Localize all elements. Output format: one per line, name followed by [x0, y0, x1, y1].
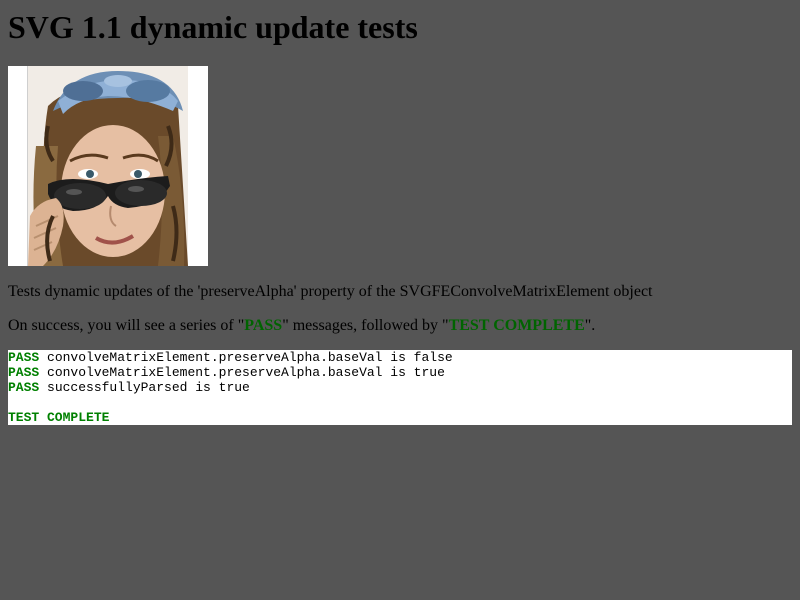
success-instructions: On success, you will see a series of "PA…: [8, 316, 595, 335]
test-complete-highlight: TEST COMPLETE: [448, 317, 585, 334]
result-line: PASS convolveMatrixElement.preserveAlpha…: [8, 350, 792, 365]
console-output: PASS convolveMatrixElement.preserveAlpha…: [8, 350, 792, 425]
test-image: [8, 66, 208, 266]
pass-label: PASS: [8, 350, 40, 365]
pass-highlight: PASS: [244, 317, 283, 334]
result-message: successfullyParsed is true: [39, 380, 250, 395]
success-suffix: ".: [584, 317, 596, 334]
pass-label: PASS: [8, 380, 40, 395]
result-message: convolveMatrixElement.preserveAlpha.base…: [39, 365, 445, 380]
result-line: PASS convolveMatrixElement.preserveAlpha…: [8, 365, 792, 380]
test-description: Tests dynamic updates of the 'preserveAl…: [8, 283, 653, 300]
test-complete-label: TEST COMPLETE: [8, 410, 110, 425]
pass-label: PASS: [8, 365, 40, 380]
result-line: PASS successfullyParsed is true: [8, 380, 792, 395]
console-spacer: [8, 395, 792, 410]
success-prefix: On success, you will see a series of ": [8, 317, 245, 334]
test-complete-line: TEST COMPLETE: [8, 410, 792, 425]
success-middle: " messages, followed by ": [282, 317, 449, 334]
result-message: convolveMatrixElement.preserveAlpha.base…: [39, 350, 453, 365]
page-title: SVG 1.1 dynamic update tests: [8, 9, 418, 45]
woman-with-sunglasses-photo-icon: [8, 66, 208, 266]
